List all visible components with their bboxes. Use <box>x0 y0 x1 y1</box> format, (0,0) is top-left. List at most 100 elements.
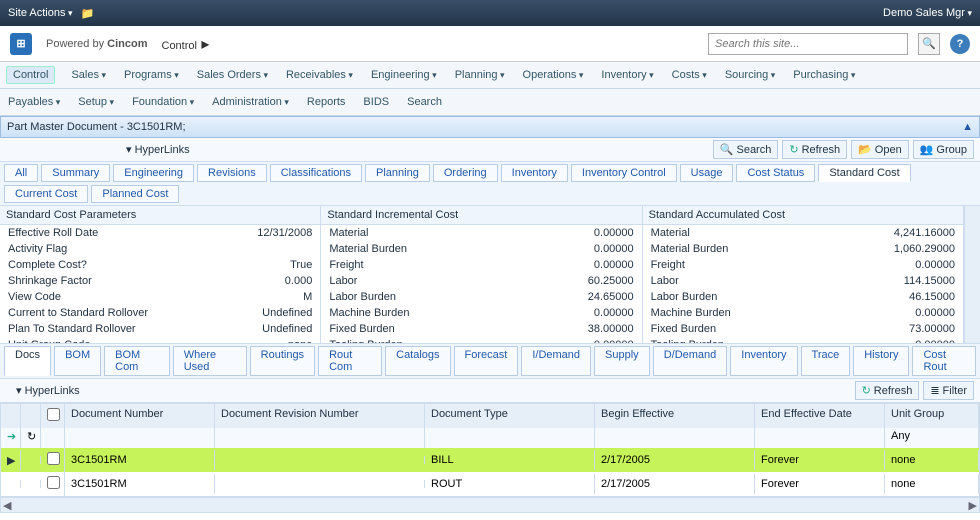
site-search-input[interactable] <box>708 33 908 55</box>
nav-sales[interactable]: Sales <box>69 66 108 84</box>
nav-administration[interactable]: Administration <box>210 93 291 111</box>
page-title: Control ▸ <box>162 34 210 54</box>
col-doc-type[interactable]: Document Type <box>425 404 595 428</box>
unit-group-filter[interactable]: Any <box>885 428 979 448</box>
tab-ordering[interactable]: Ordering <box>433 164 498 182</box>
horizontal-scrollbar[interactable]: ◀▶ <box>0 497 980 513</box>
nav-purchasing[interactable]: Purchasing <box>791 66 857 84</box>
col-doc-rev[interactable]: Document Revision Number <box>215 404 425 428</box>
tab-standard-cost[interactable]: Standard Cost <box>818 164 910 182</box>
subtab-docs[interactable]: Docs <box>4 346 51 376</box>
subtab-bom[interactable]: BOM <box>54 346 101 376</box>
grid-hyperlinks-toggle[interactable]: ▾ HyperLinks <box>16 384 80 397</box>
tab-classifications[interactable]: Classifications <box>270 164 362 182</box>
field-material: Material4,241.16000 <box>643 225 963 241</box>
search-tool[interactable]: 🔍Search <box>713 140 779 159</box>
primary-nav: Control Sales Programs Sales Orders Receivab… <box>0 62 980 89</box>
nav-reports[interactable]: Reports <box>305 93 348 111</box>
subtab-rout-com[interactable]: Rout Com <box>318 346 382 376</box>
table-row[interactable]: 3C1501RMROUT2/17/2005Forevernone <box>1 472 979 496</box>
subtab-where-used[interactable]: Where Used <box>173 346 247 376</box>
tab-inventory-control[interactable]: Inventory Control <box>571 164 677 182</box>
tab-summary[interactable]: Summary <box>41 164 110 182</box>
collapse-icon[interactable]: ▲ <box>962 121 973 133</box>
navigate-up-icon[interactable]: 📁 <box>81 7 95 20</box>
tab-inventory[interactable]: Inventory <box>501 164 568 182</box>
row-checkbox[interactable] <box>47 476 60 489</box>
nav-setup[interactable]: Setup <box>76 93 116 111</box>
subtab-routings[interactable]: Routings <box>250 346 315 376</box>
subtab-trace[interactable]: Trace <box>801 346 851 376</box>
refresh-row-icon[interactable]: ↻ <box>21 428 41 448</box>
select-all-checkbox[interactable] <box>47 408 60 421</box>
grid-hyperlinks-bar: ▾ HyperLinks ↻Refresh ≣Filter <box>0 379 980 403</box>
nav-inventory[interactable]: Inventory <box>599 66 655 84</box>
search-icon: 🔍 <box>922 37 936 50</box>
nav-planning[interactable]: Planning <box>453 66 507 84</box>
nav-operations[interactable]: Operations <box>521 66 586 84</box>
user-menu[interactable]: Demo Sales Mgr <box>883 7 972 19</box>
subtab-catalogs[interactable]: Catalogs <box>385 346 450 376</box>
nav-programs[interactable]: Programs <box>122 66 181 84</box>
vertical-scrollbar[interactable] <box>964 206 980 343</box>
subtab-history[interactable]: History <box>853 346 909 376</box>
nav-costs[interactable]: Costs <box>670 66 709 84</box>
document-bar: Part Master Document - 3C1501RM; ▲ <box>0 116 980 138</box>
subtab-supply[interactable]: Supply <box>594 346 650 376</box>
col-begin-eff[interactable]: Begin Effective <box>595 404 755 428</box>
field-shrinkage-factor: Shrinkage Factor0.000 <box>0 273 320 289</box>
group-tool[interactable]: 👥Group <box>913 140 974 159</box>
hyperlinks-toggle[interactable]: ▾ HyperLinks <box>126 143 190 156</box>
subtab-d-demand[interactable]: D/Demand <box>653 346 728 376</box>
row-checkbox[interactable] <box>47 452 60 465</box>
tab-all[interactable]: All <box>4 164 38 182</box>
grid-filter-row: ➔ ↻ Any <box>1 428 979 448</box>
subtab-inventory[interactable]: Inventory <box>730 346 797 376</box>
field-machine-burden: Machine Burden0.00000 <box>321 305 641 321</box>
nav-receivables[interactable]: Receivables <box>284 66 355 84</box>
tab-cost-status[interactable]: Cost Status <box>736 164 815 182</box>
nav-payables[interactable]: Payables <box>6 93 62 111</box>
col-accumulated: Standard Accumulated CostMaterial4,241.1… <box>643 206 964 343</box>
table-row[interactable]: ▶3C1501RMBILL2/17/2005Forevernone <box>1 448 979 472</box>
tab-revisions[interactable]: Revisions <box>197 164 267 182</box>
tab-usage[interactable]: Usage <box>680 164 734 182</box>
field-effective-roll-date: Effective Roll Date12/31/2008 <box>0 225 320 241</box>
subtab-forecast[interactable]: Forecast <box>454 346 519 376</box>
col-unit-group[interactable]: Unit Group <box>885 404 979 428</box>
cost-columns: Standard Cost ParametersEffective Roll D… <box>0 206 980 344</box>
nav-search[interactable]: Search <box>405 93 444 111</box>
col-end-eff[interactable]: End Effective Date <box>755 404 885 428</box>
grid-header: Document Number Document Revision Number… <box>1 404 979 428</box>
help-button[interactable]: ? <box>950 34 970 54</box>
field-material: Material0.00000 <box>321 225 641 241</box>
tab-planning[interactable]: Planning <box>365 164 430 182</box>
nav-bids[interactable]: BIDS <box>361 93 391 111</box>
field-material-burden: Material Burden0.00000 <box>321 241 641 257</box>
field-fixed-burden: Fixed Burden38.00000 <box>321 321 641 337</box>
col-doc-number[interactable]: Document Number <box>65 404 215 428</box>
nav-sales-orders[interactable]: Sales Orders <box>195 66 270 84</box>
field-unit-group-code: Unit Group Codenone <box>0 337 320 344</box>
nav-foundation[interactable]: Foundation <box>130 93 196 111</box>
tab-engineering[interactable]: Engineering <box>113 164 194 182</box>
new-row-icon[interactable]: ➔ <box>1 428 21 448</box>
tab-current-cost[interactable]: Current Cost <box>4 185 88 203</box>
detail-tabs: DocsBOMBOM ComWhere UsedRoutingsRout Com… <box>0 344 980 379</box>
subtab-cost-rout[interactable]: Cost Rout <box>912 346 976 376</box>
open-tool[interactable]: 📂Open <box>851 140 909 159</box>
subtab-i-demand[interactable]: I/Demand <box>521 346 591 376</box>
nav-sourcing[interactable]: Sourcing <box>723 66 777 84</box>
search-button[interactable]: 🔍 <box>918 33 940 55</box>
tab-planned-cost[interactable]: Planned Cost <box>91 185 179 203</box>
site-actions-menu[interactable]: Site Actions <box>8 7 73 19</box>
subtab-bom-com[interactable]: BOM Com <box>104 346 170 376</box>
grid-filter-tool[interactable]: ≣Filter <box>923 381 974 400</box>
nav-engineering[interactable]: Engineering <box>369 66 439 84</box>
nav-control[interactable]: Control <box>6 66 55 84</box>
col-incremental: Standard Incremental CostMaterial0.00000… <box>321 206 642 343</box>
field-freight: Freight0.00000 <box>643 257 963 273</box>
refresh-tool[interactable]: ↻Refresh <box>782 140 847 159</box>
grid-refresh-tool[interactable]: ↻Refresh <box>855 381 920 400</box>
col-parameters: Standard Cost ParametersEffective Roll D… <box>0 206 321 343</box>
